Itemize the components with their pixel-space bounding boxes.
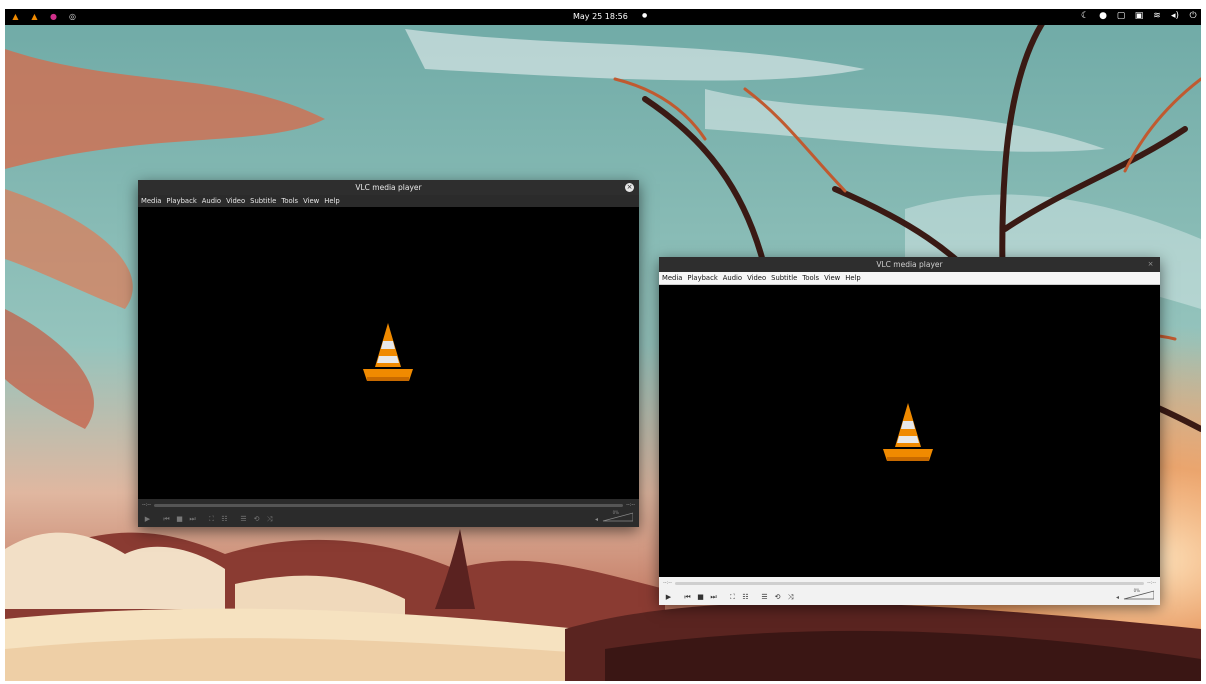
extended-settings-icon[interactable]: ☷ bbox=[219, 514, 230, 524]
vlc-cone-icon bbox=[883, 403, 933, 461]
menu-help[interactable]: Help bbox=[845, 274, 861, 282]
loop-icon[interactable]: ⟲ bbox=[772, 592, 783, 602]
window-title: VLC media player bbox=[876, 260, 943, 269]
close-icon[interactable]: × bbox=[1146, 260, 1155, 269]
top-bar: ▲ ▲ ● ◎ May 25 18:56 ● ☾ ● ▢ ▣ ≋ ◂) ⏻ bbox=[5, 9, 1201, 25]
seek-slider[interactable] bbox=[153, 503, 624, 507]
vlc-icon[interactable]: ▲ bbox=[30, 11, 39, 21]
elapsed-time: --:-- bbox=[663, 580, 672, 586]
volume-level: 0% bbox=[1133, 588, 1140, 593]
menu-media[interactable]: Media bbox=[662, 274, 682, 282]
menu-view[interactable]: View bbox=[303, 197, 319, 205]
volume-icon[interactable]: ◂) bbox=[1169, 11, 1181, 21]
night-light-icon[interactable]: ☾ bbox=[1079, 11, 1091, 21]
menu-video[interactable]: Video bbox=[226, 197, 245, 205]
seek-slider[interactable] bbox=[674, 581, 1145, 585]
clock[interactable]: May 25 18:56 bbox=[573, 12, 628, 21]
title-bar[interactable]: VLC media player × bbox=[138, 180, 639, 195]
total-time: --:-- bbox=[626, 502, 635, 508]
title-bar[interactable]: VLC media player × bbox=[659, 257, 1160, 272]
vlc-window-light[interactable]: VLC media player × Media Playback Audio … bbox=[659, 257, 1160, 605]
power-icon[interactable]: ⏻ bbox=[1187, 11, 1199, 21]
menu-bar: Media Playback Audio Video Subtitle Tool… bbox=[138, 195, 639, 207]
volume-slider[interactable]: ◂ 0% bbox=[1116, 588, 1155, 601]
vlc-window-dark[interactable]: VLC media player × Media Playback Audio … bbox=[138, 180, 639, 527]
menu-subtitle[interactable]: Subtitle bbox=[250, 197, 276, 205]
menu-media[interactable]: Media bbox=[141, 197, 161, 205]
status-indicator: ● bbox=[642, 12, 648, 19]
menu-subtitle[interactable]: Subtitle bbox=[771, 274, 797, 282]
extended-settings-icon[interactable]: ☷ bbox=[740, 592, 751, 602]
svg-text:◂: ◂ bbox=[595, 516, 598, 522]
menu-bar: Media Playback Audio Video Subtitle Tool… bbox=[659, 272, 1160, 285]
svg-text:◂: ◂ bbox=[1116, 594, 1119, 600]
menu-video[interactable]: Video bbox=[747, 274, 766, 282]
video-area[interactable] bbox=[659, 285, 1160, 577]
wifi-icon[interactable]: ≋ bbox=[1151, 11, 1163, 21]
play-icon[interactable]: ▶ bbox=[142, 514, 153, 524]
menu-help[interactable]: Help bbox=[324, 197, 340, 205]
previous-icon[interactable]: ⏮ bbox=[682, 592, 693, 602]
menu-playback[interactable]: Playback bbox=[166, 197, 196, 205]
volume-slider[interactable]: ◂ 0% bbox=[595, 510, 634, 523]
close-icon[interactable]: × bbox=[625, 183, 634, 192]
menu-tools[interactable]: Tools bbox=[802, 274, 819, 282]
next-icon[interactable]: ⏭ bbox=[708, 592, 719, 602]
stop-icon[interactable]: ■ bbox=[695, 592, 706, 602]
menu-view[interactable]: View bbox=[824, 274, 840, 282]
shuffle-icon[interactable]: ⤨ bbox=[785, 592, 796, 602]
menu-playback[interactable]: Playback bbox=[687, 274, 717, 282]
app-icon[interactable]: ● bbox=[49, 11, 58, 21]
menu-audio[interactable]: Audio bbox=[723, 274, 742, 282]
shuffle-icon[interactable]: ⤨ bbox=[264, 514, 275, 524]
volume-level: 0% bbox=[612, 510, 619, 515]
menu-audio[interactable]: Audio bbox=[202, 197, 221, 205]
screen-icon[interactable]: ▣ bbox=[1133, 11, 1145, 21]
loop-icon[interactable]: ⟲ bbox=[251, 514, 262, 524]
menu-tools[interactable]: Tools bbox=[281, 197, 298, 205]
stop-icon[interactable]: ■ bbox=[174, 514, 185, 524]
controls-row: ▶ ⏮ ■ ⏭ ⛶ ☷ ☰ ⟲ ⤨ ◂ 0% bbox=[659, 588, 1160, 605]
fullscreen-icon[interactable]: ⛶ bbox=[206, 514, 217, 524]
seek-row: --:-- --:-- bbox=[138, 499, 639, 511]
clipboard-icon[interactable]: ▢ bbox=[1115, 11, 1127, 21]
next-icon[interactable]: ⏭ bbox=[187, 514, 198, 524]
notification-icon[interactable]: ● bbox=[1097, 11, 1109, 21]
window-title: VLC media player bbox=[355, 183, 422, 192]
total-time: --:-- bbox=[1147, 580, 1156, 586]
playlist-icon[interactable]: ☰ bbox=[238, 514, 249, 524]
fullscreen-icon[interactable]: ⛶ bbox=[727, 592, 738, 602]
seek-row: --:-- --:-- bbox=[659, 577, 1160, 589]
play-icon[interactable]: ▶ bbox=[663, 592, 674, 602]
elapsed-time: --:-- bbox=[142, 502, 151, 508]
previous-icon[interactable]: ⏮ bbox=[161, 514, 172, 524]
chrome-icon[interactable]: ◎ bbox=[68, 11, 77, 21]
vlc-cone-icon bbox=[363, 323, 413, 381]
vlc-icon[interactable]: ▲ bbox=[11, 11, 20, 21]
playlist-icon[interactable]: ☰ bbox=[759, 592, 770, 602]
controls-row: ▶ ⏮ ■ ⏭ ⛶ ☷ ☰ ⟲ ⤨ ◂ 0% bbox=[138, 510, 639, 527]
video-area[interactable] bbox=[138, 207, 639, 499]
